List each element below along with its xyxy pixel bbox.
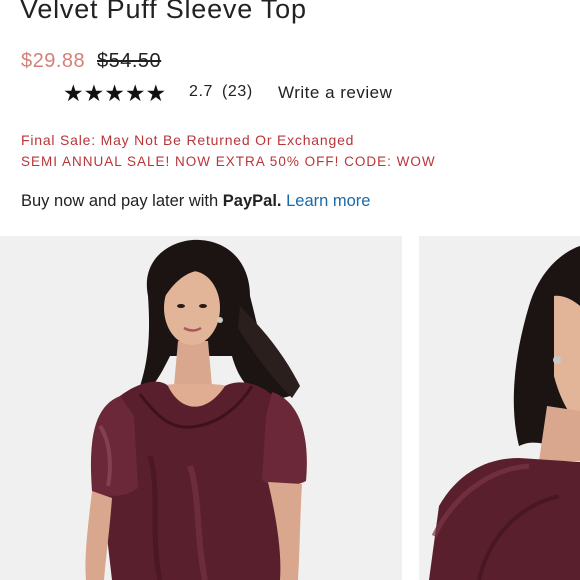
review-count[interactable]: (23) (222, 83, 253, 101)
original-price: $54.50 (97, 50, 162, 72)
final-sale-notice: Final Sale: May Not Be Returned Or Excha… (21, 132, 355, 148)
product-title: Velvet Puff Sleeve Top (20, 0, 307, 24)
model-side-illustration (419, 236, 580, 580)
write-review-link[interactable]: Write a review (278, 83, 392, 103)
learn-more-link[interactable]: Learn more (286, 192, 370, 210)
model-front-illustration (0, 236, 402, 580)
semi-annual-sale-notice: SEMI ANNUAL SALE! NOW EXTRA 50% OFF! COD… (21, 154, 436, 169)
product-image-side[interactable] (419, 236, 580, 580)
rating-value: 2.7 (189, 83, 214, 100)
sale-price: $29.88 (21, 50, 86, 72)
product-page: Velvet Puff Sleeve Top $29.88 $54.50 ★★★… (0, 0, 580, 580)
paypal-logo: PayPal. (222, 192, 282, 210)
paypal-prefix: Buy now and pay later with (21, 192, 223, 210)
paypal-message: Buy now and pay later with PayPal. Learn… (21, 192, 370, 211)
product-image-front[interactable] (0, 236, 402, 580)
star-rating-icon[interactable]: ★★★★★ (63, 80, 166, 107)
